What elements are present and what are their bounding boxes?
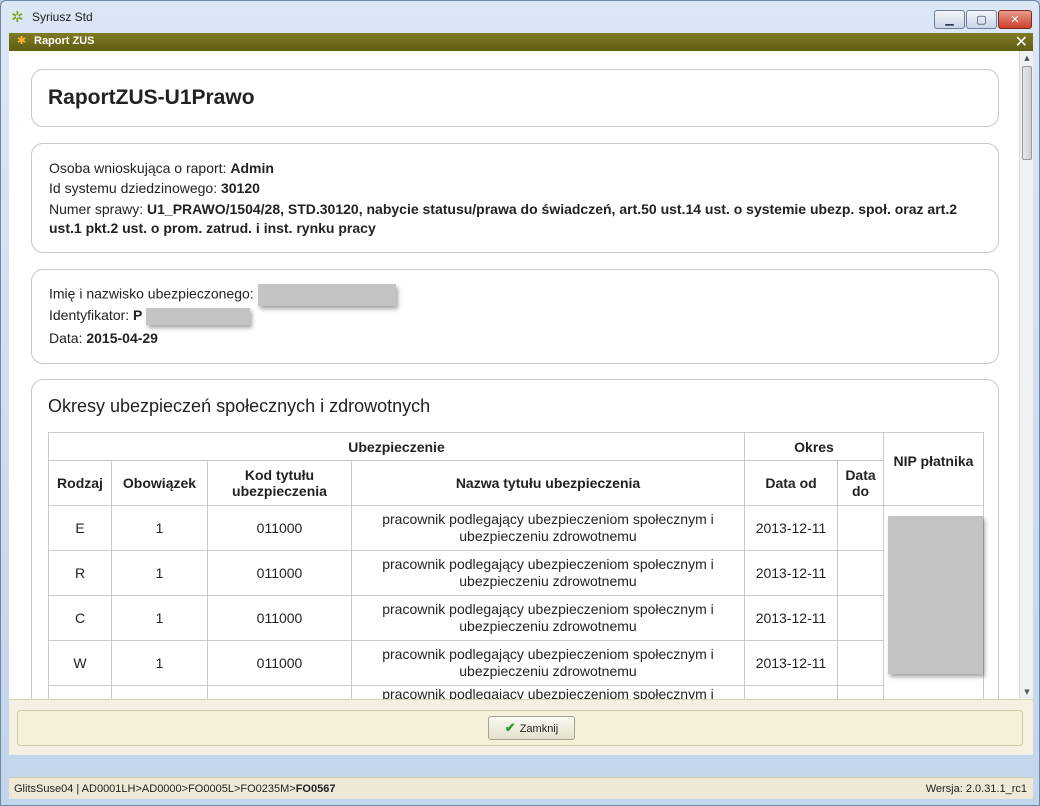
col-obowiazek: Obowiązek [111,460,208,506]
cell-kod [207,685,352,699]
cell-nazwa: pracownik podlegający ubezpieczeniom spo… [351,640,745,686]
insurance-periods-panel: Okresy ubezpieczeń społecznych i zdrowot… [31,379,999,699]
date-label: Data: [49,330,83,346]
requester-line: Osoba wnioskująca o raport: Admin [49,160,274,176]
group-header-period: Okres [744,432,884,461]
cell-rodzaj: E [48,505,112,551]
close-button[interactable]: ✔ Zamknij [488,716,575,740]
request-info-panel: Osoba wnioskująca o raport: Admin Id sys… [31,143,999,253]
cell-obowiazek: 1 [111,595,208,641]
system-id-label: Id systemu dziedzinowego: [49,180,218,196]
cell-data-od: 2013-12-11 [744,550,838,596]
dialog-header: ✱ Raport ZUS ✕ [9,32,1033,51]
report-title-panel: RaportZUS-U1Prawo [31,69,999,127]
insured-person-panel: Imię i nazwisko ubezpieczonego: Identyfi… [31,269,999,364]
cell-rodzaj: R [48,550,112,596]
footer-panel: ✔ Zamknij [17,710,1023,746]
cell-data-do [837,505,884,551]
col-nazwa: Nazwa tytułu ubezpieczenia [351,460,745,506]
cell-data-od: 2013-12-11 [744,505,838,551]
cell-data-od: 2013-12-11 [744,595,838,641]
insurance-table: Ubezpieczenie Okres NIP płatnika Rodzaj … [48,432,984,699]
close-button-label: Zamknij [519,723,559,735]
cell-data-do [837,595,884,641]
cell-rodzaj: W [48,640,112,686]
redacted-nip [888,516,983,674]
version-label: Wersja: 2.0.31.1_rc1 [925,783,1027,795]
report-title: RaportZUS-U1Prawo [48,86,255,109]
cell-nazwa: pracownik podlegający ubezpieczeniom spo… [351,505,745,551]
cell-nazwa: pracownik podlegający ubezpieczeniom spo… [351,595,745,641]
dialog-footer: ✔ Zamknij [9,699,1033,755]
insured-name-label: Imię i nazwisko ubezpieczonego: [49,285,254,302]
minimize-button[interactable]: ▁ [934,10,965,29]
cell-rodzaj: C [48,595,112,641]
app-title: Syriusz Std [32,10,93,24]
cell-kod: 011000 [207,640,352,686]
cell-data-od [744,685,838,699]
cell-data-od: 2013-12-11 [744,640,838,686]
cell-rodzaj [48,685,112,699]
dialog-title: Raport ZUS [34,35,95,47]
cell-obowiazek: 1 [111,550,208,596]
vertical-scrollbar[interactable]: ▲ ▼ [1019,51,1033,699]
case-number-label: Numer sprawy: [49,201,144,217]
status-current-form: FO0567 [295,783,336,795]
date-value: 2015-04-29 [86,330,158,346]
system-id-value: 30120 [220,180,260,196]
case-number-value: U1_PRAWO/1504/28, STD.30120, nabycie sta… [49,201,958,236]
star-icon: ✲ [11,8,24,26]
identifier-label: Identyfikator: [49,307,130,323]
maximize-button[interactable]: ▢ [966,10,997,29]
date-line: Data: 2015-04-29 [49,330,158,346]
scroll-down-icon[interactable]: ▼ [1022,687,1032,697]
title-bar: ✲ Syriusz Std ▁ ▢ ✕ [1,1,1039,33]
table-row: E 1 011000 pracownik podlegający ubezpie… [48,505,984,699]
cell-nazwa: pracownik podlegający ubezpieczeniom spo… [351,550,745,596]
status-bar: GlitsSuse04 | AD0001LH>AD0000>FO0005L>FO… [9,777,1033,799]
system-id-line: Id systemu dziedzinowego: 30120 [49,180,260,196]
report-content: RaportZUS-U1Prawo Osoba wnioskująca o ra… [9,51,1019,699]
insurance-periods-heading: Okresy ubezpieczeń społecznych i zdrowot… [48,396,431,416]
status-path-text: GlitsSuse04 | AD0001LH>AD0000>FO0005L>FO… [14,783,296,795]
table-row: W 1 011000 pracownik podlegający ubezpie… [48,640,984,686]
cell-obowiazek: 1 [111,505,208,551]
cell-obowiazek [111,685,208,699]
group-header-nip: NIP płatnika [883,432,984,506]
cell-data-do [837,550,884,596]
redacted-name [257,284,396,306]
group-header-insurance: Ubezpieczenie [48,432,745,461]
table-row: pracownik podlegający ubezpieczeniom spo… [48,685,984,699]
close-window-button[interactable]: ✕ [998,10,1032,29]
col-data-od: Data od [744,460,838,506]
cell-kod: 011000 [207,595,352,641]
cell-obowiazek: 1 [111,640,208,686]
checkmark-icon: ✔ [504,720,516,735]
scroll-thumb[interactable] [1022,66,1032,160]
redacted-identifier [146,307,251,325]
col-data-do: Data do [837,460,884,506]
insured-name-line: Imię i nazwisko ubezpieczonego: [49,284,396,306]
col-kod: Kod tytułu ubezpieczenia [207,460,352,506]
status-path: GlitsSuse04 | AD0001LH>AD0000>FO0005L>FO… [14,783,335,795]
requester-value: Admin [230,160,274,176]
case-number-line: Numer sprawy: U1_PRAWO/1504/28, STD.3012… [49,200,989,238]
col-rodzaj: Rodzaj [48,460,112,506]
identifier-line: Identyfikator: P [49,307,251,325]
cell-kod: 011000 [207,505,352,551]
table-row: C 1 011000 pracownik podlegający ubezpie… [48,595,984,641]
identifier-prefix: P [133,307,143,323]
dialog-close-icon[interactable]: ✕ [1015,32,1028,51]
requester-label: Osoba wnioskująca o raport: [49,160,227,176]
table-row: R 1 011000 pracownik podlegający ubezpie… [48,550,984,596]
report-icon: ✱ [17,34,27,47]
app-window: ✲ Syriusz Std ▁ ▢ ✕ ✱ Raport ZUS ✕ Rapor… [0,0,1040,806]
cell-data-do [837,685,884,699]
scroll-up-icon[interactable]: ▲ [1022,53,1032,63]
cell-kod: 011000 [207,550,352,596]
cell-data-do [837,640,884,686]
cell-nazwa: pracownik podlegający ubezpieczeniom spo… [351,685,745,699]
